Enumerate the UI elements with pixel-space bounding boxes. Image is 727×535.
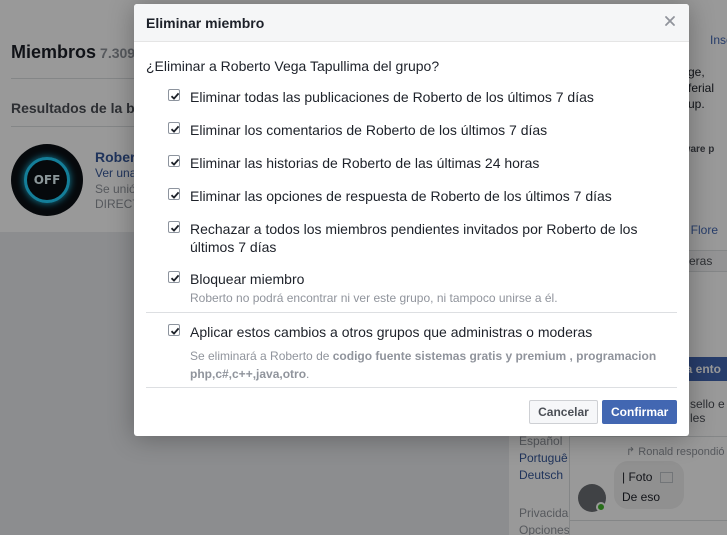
- close-icon[interactable]: [663, 14, 677, 28]
- option-label: Aplicar estos cambios a otros grupos que…: [190, 324, 593, 340]
- option-label: Eliminar todas las publicaciones de Robe…: [190, 89, 594, 105]
- checkbox[interactable]: [168, 221, 180, 233]
- option-label: Eliminar las opciones de respuesta de Ro…: [190, 188, 612, 204]
- dialog-title: Eliminar miembro: [146, 15, 265, 31]
- option-label: Eliminar las historias de Roberto de las…: [190, 155, 540, 171]
- checkbox[interactable]: [168, 271, 180, 283]
- checkmark-icon: [170, 224, 180, 232]
- checkbox[interactable]: [168, 122, 180, 134]
- option-description: Roberto no podrá encontrar ni ver este g…: [190, 291, 558, 305]
- checkmark-icon: [170, 125, 180, 133]
- option-label-line: últimos 7 días: [190, 239, 277, 255]
- checkbox[interactable]: [168, 324, 180, 336]
- dialog-header: Eliminar miembro: [134, 4, 689, 42]
- checkmark-icon: [170, 274, 180, 282]
- description-suffix: .: [306, 367, 310, 381]
- cancel-button[interactable]: Cancelar: [529, 400, 598, 424]
- option-description: Se eliminará a Roberto de codigo fuente …: [190, 347, 670, 383]
- checkmark-icon: [170, 92, 180, 100]
- dialog-question: ¿Eliminar a Roberto Vega Tapullima del g…: [146, 58, 440, 74]
- dialog-footer-divider: [146, 387, 677, 388]
- confirm-button[interactable]: Confirmar: [602, 400, 677, 424]
- option-label: Rechazar a todos los miembros pendientes…: [190, 220, 637, 256]
- checkbox[interactable]: [168, 155, 180, 167]
- dialog-divider: [146, 312, 677, 313]
- description-prefix: Se eliminará a Roberto de: [190, 349, 333, 363]
- option-label: Eliminar los comentarios de Roberto de l…: [190, 122, 548, 138]
- remove-member-dialog: Eliminar miembro ¿Eliminar a Roberto Veg…: [134, 4, 689, 436]
- checkbox[interactable]: [168, 188, 180, 200]
- checkmark-icon: [170, 327, 180, 335]
- checkmark-icon: [170, 191, 180, 199]
- option-label: Bloquear miembro: [190, 271, 305, 287]
- checkmark-icon: [170, 158, 180, 166]
- option-label-line: Rechazar a todos los miembros pendientes…: [190, 221, 638, 237]
- checkbox[interactable]: [168, 89, 180, 101]
